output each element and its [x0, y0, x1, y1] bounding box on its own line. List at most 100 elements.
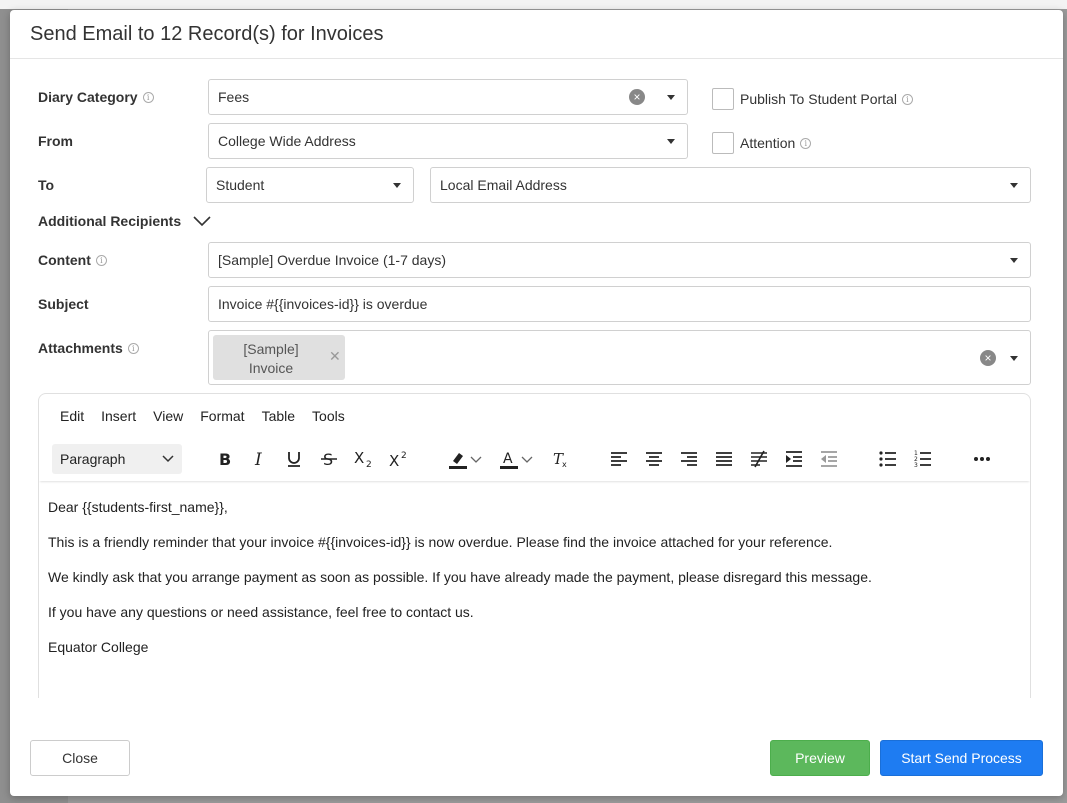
diary-category-select[interactable]: Fees ×: [208, 79, 688, 115]
svg-text:x: x: [562, 460, 567, 469]
underline-icon[interactable]: [283, 448, 305, 470]
bullet-list-icon[interactable]: [877, 448, 899, 470]
menu-insert[interactable]: Insert: [101, 408, 136, 428]
attention-label-text: Attention: [740, 135, 796, 151]
svg-text:2: 2: [366, 460, 372, 468]
svg-text:I: I: [254, 451, 262, 467]
svg-text:2: 2: [401, 451, 407, 461]
attachment-chip-line: [Sample]: [243, 341, 299, 357]
info-icon[interactable]: i: [901, 93, 913, 105]
editor-content[interactable]: Dear {{students-first_name}}, This is a …: [48, 500, 872, 675]
block-format-select[interactable]: Paragraph: [52, 444, 182, 474]
superscript-icon[interactable]: X2: [388, 448, 410, 470]
remove-chip-icon[interactable]: ✕: [329, 348, 341, 365]
to-address-type-select[interactable]: Local Email Address: [430, 167, 1031, 203]
chevron-down-icon: [162, 455, 174, 463]
clear-icon[interactable]: ×: [629, 89, 645, 105]
align-left-icon[interactable]: [608, 448, 630, 470]
subscript-icon[interactable]: X2: [353, 448, 375, 470]
chevron-down-icon[interactable]: [520, 448, 534, 470]
editor-toolbar: Paragraph B I S X2 X2 A T x 1 2 3: [39, 436, 1030, 481]
strikethrough-icon[interactable]: S: [318, 448, 340, 470]
clear-formatting-icon[interactable]: Tx: [549, 448, 571, 470]
subject-input[interactable]: Invoice #{{invoices-id}} is overdue: [208, 286, 1031, 322]
chevron-down-icon[interactable]: [393, 183, 401, 188]
publish-portal-label-text: Publish To Student Portal: [740, 91, 897, 107]
indent-icon[interactable]: [783, 448, 805, 470]
subject-label: Subject: [38, 296, 89, 312]
svg-text:X: X: [354, 450, 364, 467]
chevron-down-icon[interactable]: [667, 139, 675, 144]
additional-recipients-toggle[interactable]: Additional Recipients: [38, 213, 211, 229]
publish-portal-checkbox[interactable]: [712, 88, 734, 110]
to-address-type-value: Local Email Address: [440, 177, 567, 193]
subject-label-text: Subject: [38, 296, 89, 312]
modal-title: Send Email to 12 Record(s) for Invoices: [30, 22, 384, 45]
info-icon[interactable]: i: [95, 254, 107, 266]
diary-category-label-text: Diary Category: [38, 89, 138, 105]
content-template-value: [Sample] Overdue Invoice (1-7 days): [218, 252, 446, 268]
chevron-down-icon[interactable]: [193, 215, 211, 227]
content-label: Content i: [38, 252, 107, 268]
outdent-icon[interactable]: [818, 448, 840, 470]
email-body-paragraph: We kindly ask that you arrange payment a…: [48, 569, 872, 585]
email-body-paragraph: Equator College: [48, 639, 149, 655]
attachments-label-text: Attachments: [38, 340, 123, 356]
from-select[interactable]: College Wide Address: [208, 123, 688, 159]
italic-icon[interactable]: I: [248, 448, 270, 470]
close-button[interactable]: Close: [30, 740, 130, 776]
modal-header: Send Email to 12 Record(s) for Invoices: [10, 10, 1063, 59]
to-recipient-type-value: Student: [216, 177, 265, 193]
menu-tools[interactable]: Tools: [312, 408, 345, 428]
attachment-chip: [Sample] Invoice ✕: [213, 335, 345, 380]
rich-text-editor: Edit Insert View Format Table Tools Para…: [38, 393, 1031, 698]
to-label: To: [38, 177, 54, 193]
chevron-down-icon[interactable]: [667, 95, 675, 100]
justify-icon[interactable]: [713, 448, 735, 470]
svg-text:A: A: [503, 451, 513, 467]
attachment-chip-label: [Sample] Invoice: [235, 340, 307, 378]
numbered-list-icon[interactable]: 123: [912, 448, 934, 470]
attachment-chip-line: Invoice: [248, 360, 294, 376]
highlight-color-icon[interactable]: [447, 448, 469, 470]
backdrop-top: [0, 0, 1067, 9]
svg-text:X: X: [389, 452, 399, 468]
chevron-down-icon[interactable]: [469, 448, 483, 470]
editor-menubar: Edit Insert View Format Table Tools: [39, 408, 345, 428]
svg-text:3: 3: [914, 462, 918, 468]
preview-button[interactable]: Preview: [770, 740, 870, 776]
text-color-icon[interactable]: A: [498, 448, 520, 470]
chevron-down-icon[interactable]: [1010, 183, 1018, 188]
menu-format[interactable]: Format: [200, 408, 244, 428]
bold-icon[interactable]: B: [213, 448, 235, 470]
attachments-select[interactable]: [Sample] Invoice ✕ ×: [208, 330, 1031, 385]
menu-table[interactable]: Table: [262, 408, 295, 428]
align-right-icon[interactable]: [678, 448, 700, 470]
chevron-down-icon[interactable]: [1010, 258, 1018, 263]
attention-label: Attention i: [740, 135, 812, 151]
subject-value: Invoice #{{invoices-id}} is overdue: [218, 296, 428, 312]
chevron-down-icon[interactable]: [1010, 355, 1018, 361]
align-center-icon[interactable]: [643, 448, 665, 470]
menu-edit[interactable]: Edit: [60, 408, 84, 428]
to-recipient-type-select[interactable]: Student: [206, 167, 414, 203]
info-icon[interactable]: i: [142, 91, 154, 103]
clear-icon[interactable]: ×: [980, 349, 996, 366]
content-template-select[interactable]: [Sample] Overdue Invoice (1-7 days): [208, 242, 1031, 278]
attachments-label: Attachments i: [38, 340, 139, 356]
content-label-text: Content: [38, 252, 91, 268]
attention-checkbox[interactable]: [712, 132, 734, 154]
from-label-text: From: [38, 133, 73, 149]
start-send-process-button[interactable]: Start Send Process: [880, 740, 1043, 776]
block-format-value: Paragraph: [60, 451, 126, 467]
info-icon[interactable]: i: [800, 137, 812, 149]
send-email-modal: Send Email to 12 Record(s) for Invoices …: [10, 10, 1063, 796]
info-icon[interactable]: i: [127, 342, 139, 354]
menu-view[interactable]: View: [153, 408, 183, 428]
svg-text:B: B: [219, 451, 231, 467]
additional-recipients-label: Additional Recipients: [38, 213, 182, 229]
no-justify-icon[interactable]: [748, 448, 770, 470]
diary-category-value: Fees: [218, 89, 250, 105]
from-value: College Wide Address: [218, 133, 356, 149]
more-icon[interactable]: [971, 448, 993, 470]
